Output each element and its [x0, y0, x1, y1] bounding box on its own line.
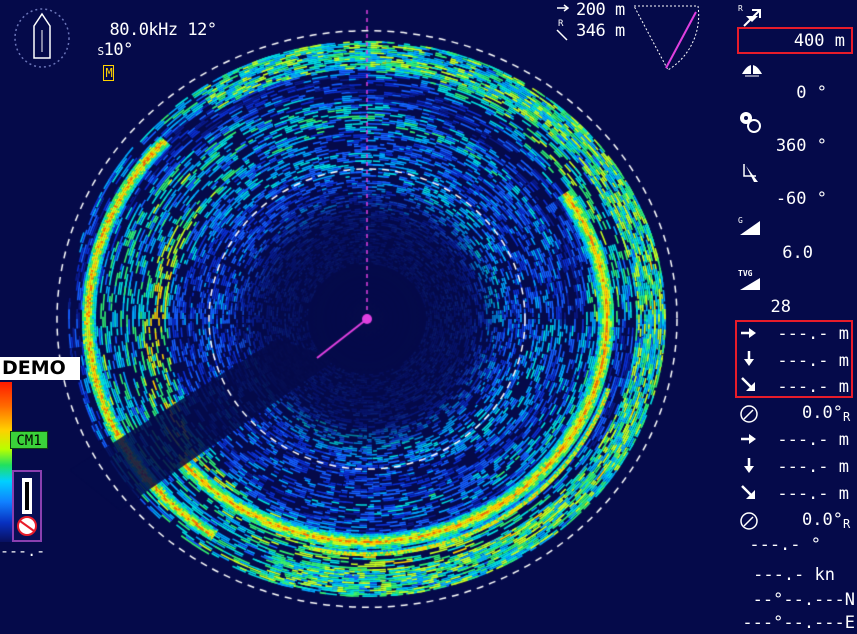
- arrow-right-icon: [741, 328, 756, 338]
- svg-text:TVG: TVG: [738, 269, 753, 278]
- train-icon[interactable]: [739, 58, 765, 78]
- latitude-value: --°--.---N: [752, 590, 855, 610]
- arrow-diagonal-icon: [741, 377, 755, 391]
- cursor2-bearing: 0.0°: [802, 510, 843, 530]
- side-tilt-readout: 10°: [103, 40, 134, 60]
- ship-icon[interactable]: [12, 6, 72, 70]
- bottom-left-readout: ---.-: [0, 542, 46, 560]
- cursor1-slant: ---.- m: [777, 377, 849, 397]
- range-arrows-icon: R: [556, 4, 569, 41]
- arrow-diagonal-icon: [741, 485, 755, 499]
- range-box[interactable]: 400 m: [737, 27, 853, 54]
- cursor2-depth: ---.- m: [777, 457, 849, 477]
- color-scale-bar: [0, 382, 12, 542]
- compass-icon: [740, 512, 758, 530]
- tilt-value: -60 °: [775, 189, 827, 209]
- compass-icon: [740, 405, 758, 423]
- arrow-right-icon: [741, 434, 756, 444]
- range-value: 400 m: [793, 31, 845, 51]
- gain-icon[interactable]: G: [738, 215, 764, 237]
- sector-icon[interactable]: [738, 110, 764, 134]
- cursor2-bearing-suffix: R: [843, 517, 851, 531]
- svg-text:R: R: [738, 4, 743, 13]
- arrow-down-icon: [744, 351, 754, 366]
- gain-value: 6.0: [782, 243, 813, 263]
- cursor2-horizontal: ---.- m: [777, 430, 849, 450]
- heading-value: ---.- °: [749, 535, 821, 555]
- horizontal-range-readout: 200 m: [576, 0, 625, 20]
- tilt-icon[interactable]: [740, 162, 764, 186]
- tvg-icon[interactable]: TVG: [738, 268, 764, 292]
- mark-badge: M: [103, 65, 115, 81]
- cursor1-horizontal: ---.- m: [777, 324, 849, 344]
- cursor1-bearing: 0.0°: [802, 403, 843, 423]
- cursor1-depth: ---.- m: [777, 351, 849, 371]
- cursor1-bearing-suffix: R: [843, 410, 851, 424]
- cm-badge[interactable]: CM1: [10, 431, 48, 449]
- demo-label: DEMO: [0, 357, 80, 380]
- sector-value: 360 °: [775, 136, 827, 156]
- svg-text:G: G: [738, 216, 743, 225]
- range-icon[interactable]: R: [738, 2, 764, 28]
- arrow-down-icon: [744, 458, 754, 473]
- sector-mini-icon: [633, 5, 700, 71]
- mode-indicator[interactable]: [12, 470, 42, 542]
- tvg-value: 28: [770, 297, 791, 317]
- cursor2-slant: ---.- m: [777, 484, 849, 504]
- slant-range-readout: 346 m: [576, 21, 625, 41]
- svg-text:R: R: [558, 19, 564, 29]
- tilt-readout: 12°: [187, 20, 217, 40]
- no-transmit-icon: [17, 478, 37, 536]
- bearing-value: 0 °: [796, 83, 827, 103]
- speed-value: ---.- kn: [753, 565, 835, 585]
- sonar-display[interactable]: [0, 0, 857, 631]
